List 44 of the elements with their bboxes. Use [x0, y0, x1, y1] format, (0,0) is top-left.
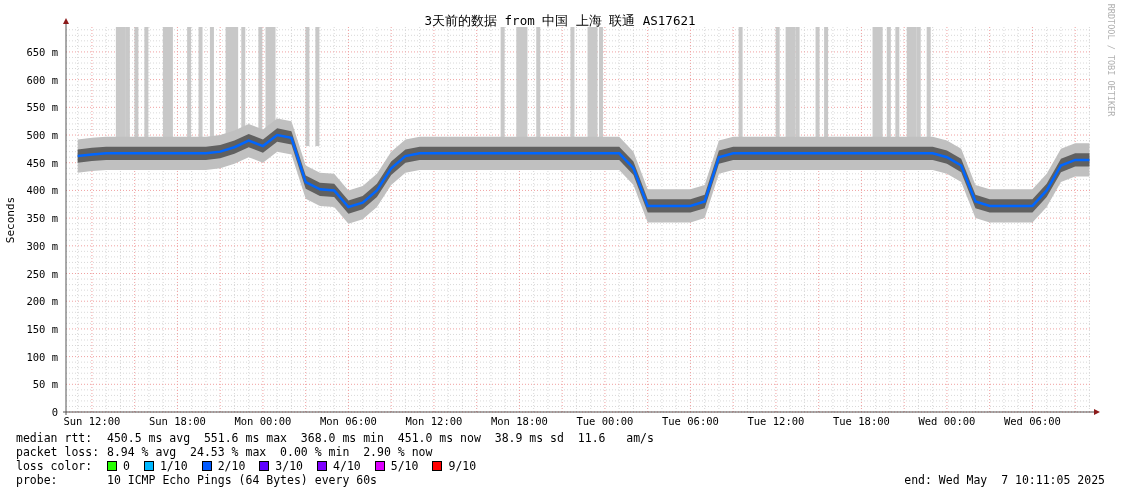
tick-label: 250 m — [26, 267, 58, 280]
legend-label: median rtt: — [16, 431, 94, 445]
tick-label: 150 m — [26, 322, 58, 335]
legend-item: 2/10 — [217, 459, 246, 473]
tick-label: 0 — [51, 406, 58, 418]
tick-label: Tue 06:00 — [662, 415, 719, 425]
legend-item: 3/10 — [275, 459, 304, 473]
legend-item: 9/10 — [448, 459, 477, 473]
stats-text: 8.94 % avg 24.53 % max 0.00 % min 2.90 % now — [107, 445, 433, 459]
tick-label: 650 m — [26, 45, 58, 58]
tick-label: Mon 00:00 — [234, 415, 292, 425]
axis-label: Seconds — [4, 196, 17, 244]
tick-label: 200 m — [26, 295, 58, 308]
tick-label: 600 m — [26, 73, 58, 86]
tick-label: Wed 06:00 — [1004, 415, 1061, 425]
tick-label: Mon 18:00 — [491, 415, 548, 425]
legend-label: loss color: — [16, 459, 94, 473]
credit-text: RRDTOOL / TOBI OETIKER — [1106, 3, 1116, 117]
tick-label: Sun 18:00 — [149, 415, 206, 425]
legend-item: 5/10 — [390, 459, 419, 473]
tick-label: 100 m — [26, 350, 58, 363]
tick-label: Tue 12:00 — [747, 415, 805, 425]
tick-label: 400 m — [26, 184, 58, 197]
legend-label: packet loss: — [16, 445, 101, 459]
legend-item: 0 — [123, 459, 130, 473]
tick-label: Tue 18:00 — [833, 415, 890, 425]
tick-label: Wed 00:00 — [918, 415, 976, 425]
end-time: end: Wed May 7 10:11:05 2025 — [904, 473, 1105, 487]
tick-label: Mon 12:00 — [405, 415, 463, 425]
legend-label: probe: — [16, 473, 59, 487]
chart-title: 3天前的数据 from 中国 上海 联通 AS17621 — [424, 13, 696, 28]
tick-label: 50 m — [32, 378, 58, 391]
probe-text: 10 ICMP Echo Pings (64 Bytes) every 60s — [107, 473, 378, 487]
legend-item: 1/10 — [159, 459, 188, 473]
tick-label: Tue 00:00 — [576, 415, 634, 425]
tick-label: 450 m — [26, 156, 58, 169]
stats-text: 450.5 ms avg 551.6 ms max 368.0 ms min 451.0 ms now 38.9 ms sd 11.6 am/s — [107, 431, 654, 445]
tick-label: Sun 12:00 — [63, 415, 121, 425]
tick-label: 550 m — [26, 101, 58, 114]
tick-label: 300 m — [26, 239, 58, 252]
tick-label: Mon 06:00 — [320, 415, 377, 425]
legend-item: 4/10 — [333, 459, 361, 473]
tick-label: 350 m — [26, 212, 58, 225]
tick-label: 500 m — [26, 129, 58, 141]
